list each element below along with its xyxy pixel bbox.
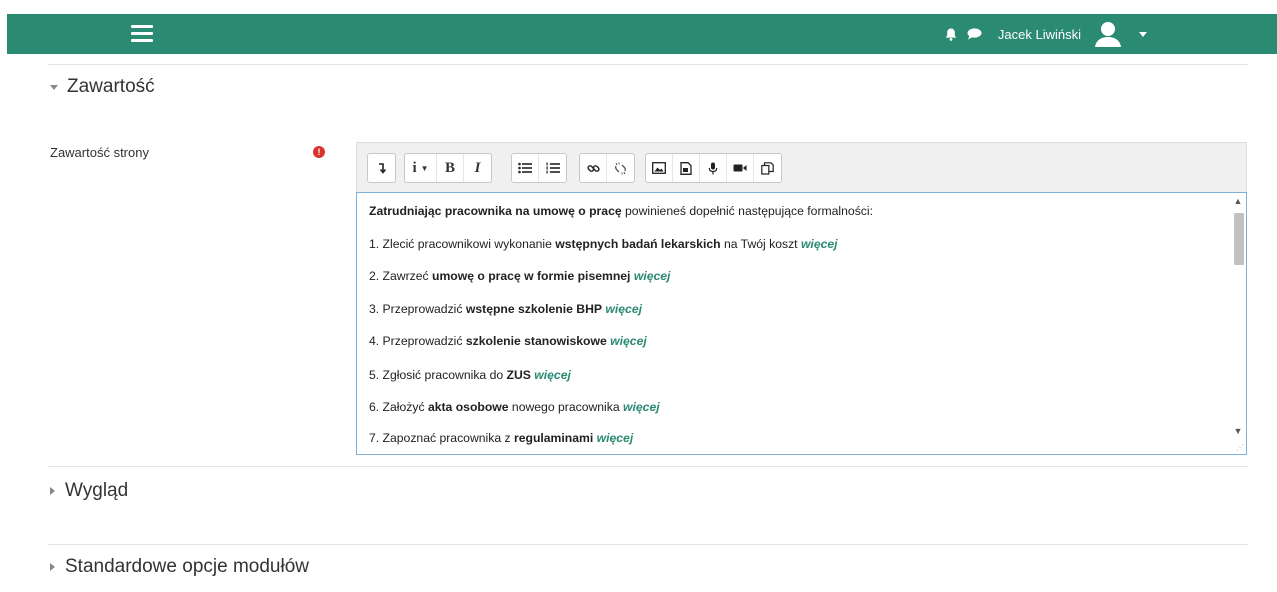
- intro-text: powinieneś dopełnić następujące formalno…: [621, 204, 873, 218]
- bold-icon[interactable]: B: [437, 154, 464, 182]
- list-item: 4. Przeprowadzić szkolenie stanowiskowe …: [369, 334, 647, 348]
- section-toggle-appearance[interactable]: Wygląd: [50, 480, 128, 502]
- divider: [48, 466, 1248, 467]
- user-avatar-icon[interactable]: [1093, 19, 1123, 49]
- caret-down-icon[interactable]: [1139, 31, 1147, 37]
- resize-grip-icon[interactable]: ⋰: [1236, 443, 1244, 452]
- scroll-up-arrow-icon[interactable]: ▲: [1232, 195, 1244, 207]
- record-video-icon[interactable]: [727, 154, 754, 182]
- record-audio-icon[interactable]: [700, 154, 727, 182]
- more-link[interactable]: więcej: [634, 269, 671, 283]
- exclamation-circle-icon: !: [313, 146, 325, 158]
- toolbar-group-collapse: [367, 153, 396, 183]
- list-item: 1. Zlecić pracownikowi wykonanie wstępny…: [369, 237, 838, 251]
- triangle-right-icon: [50, 487, 55, 495]
- hamburger-icon[interactable]: [131, 25, 153, 43]
- unordered-list-icon[interactable]: [512, 154, 539, 182]
- section-toggle-content[interactable]: Zawartość: [50, 76, 155, 98]
- list-item: 2. Zawrzeć umowę o pracę w formie pisemn…: [369, 269, 671, 283]
- media-icon[interactable]: [673, 154, 700, 182]
- divider: [48, 544, 1248, 545]
- info-dropdown-icon[interactable]: i ▼: [405, 154, 437, 182]
- list-item: 7. Zapoznać pracownika z regulaminami wi…: [369, 431, 634, 445]
- list-item: 5. Zgłosić pracownika do ZUS więcej: [369, 368, 571, 382]
- ordered-list-icon[interactable]: [539, 154, 566, 182]
- content-field-label: Zawartość strony: [50, 145, 149, 160]
- manage-files-icon[interactable]: [754, 154, 781, 182]
- user-name[interactable]: Jacek Liwiński: [998, 27, 1081, 42]
- triangle-right-icon: [50, 563, 55, 571]
- divider: [48, 64, 1248, 65]
- scroll-down-arrow-icon[interactable]: ▼: [1232, 425, 1244, 437]
- intro-bold-text: Zatrudniając pracownika na umowę o pracę: [369, 204, 622, 218]
- image-icon[interactable]: [646, 154, 673, 182]
- more-link[interactable]: więcej: [610, 334, 647, 348]
- more-link[interactable]: więcej: [801, 237, 838, 251]
- section-title: Zawartość: [67, 76, 155, 97]
- collapse-icon[interactable]: [368, 154, 395, 182]
- toolbar-group-media: [645, 153, 782, 183]
- rich-text-editor[interactable]: Zatrudniając pracownika na umowę o pracę…: [356, 192, 1247, 455]
- more-link[interactable]: więcej: [597, 431, 634, 445]
- more-link[interactable]: więcej: [534, 368, 571, 382]
- unlink-icon[interactable]: [607, 154, 634, 182]
- section-title: Wygląd: [65, 480, 129, 501]
- intro-paragraph: Zatrudniając pracownika na umowę o pracę…: [369, 204, 873, 218]
- chat-bubble-icon[interactable]: [967, 28, 982, 40]
- list-item: 6. Założyć akta osobowe nowego pracownik…: [369, 400, 660, 414]
- triangle-down-icon: [50, 84, 58, 90]
- section-title: Standardowe opcje modułów: [65, 556, 309, 577]
- toolbar-group-links: [579, 153, 635, 183]
- bell-icon[interactable]: [945, 28, 957, 41]
- editor-toolbar: i ▼ B I: [356, 142, 1247, 192]
- more-link[interactable]: więcej: [623, 400, 660, 414]
- toolbar-group-style: i ▼ B I: [404, 153, 492, 183]
- top-navbar: Jacek Liwiński: [7, 14, 1277, 54]
- italic-icon[interactable]: I: [464, 154, 491, 182]
- more-link[interactable]: więcej: [605, 302, 642, 316]
- scrollbar-thumb[interactable]: [1234, 213, 1244, 265]
- link-icon[interactable]: [580, 154, 607, 182]
- editor-scrollbar[interactable]: ▲ ▼: [1232, 195, 1244, 451]
- section-toggle-module-options[interactable]: Standardowe opcje modułów: [50, 556, 309, 578]
- toolbar-group-lists: [511, 153, 567, 183]
- list-item: 3. Przeprowadzić wstępne szkolenie BHP w…: [369, 302, 642, 316]
- user-menu-area: Jacek Liwiński: [945, 14, 1147, 54]
